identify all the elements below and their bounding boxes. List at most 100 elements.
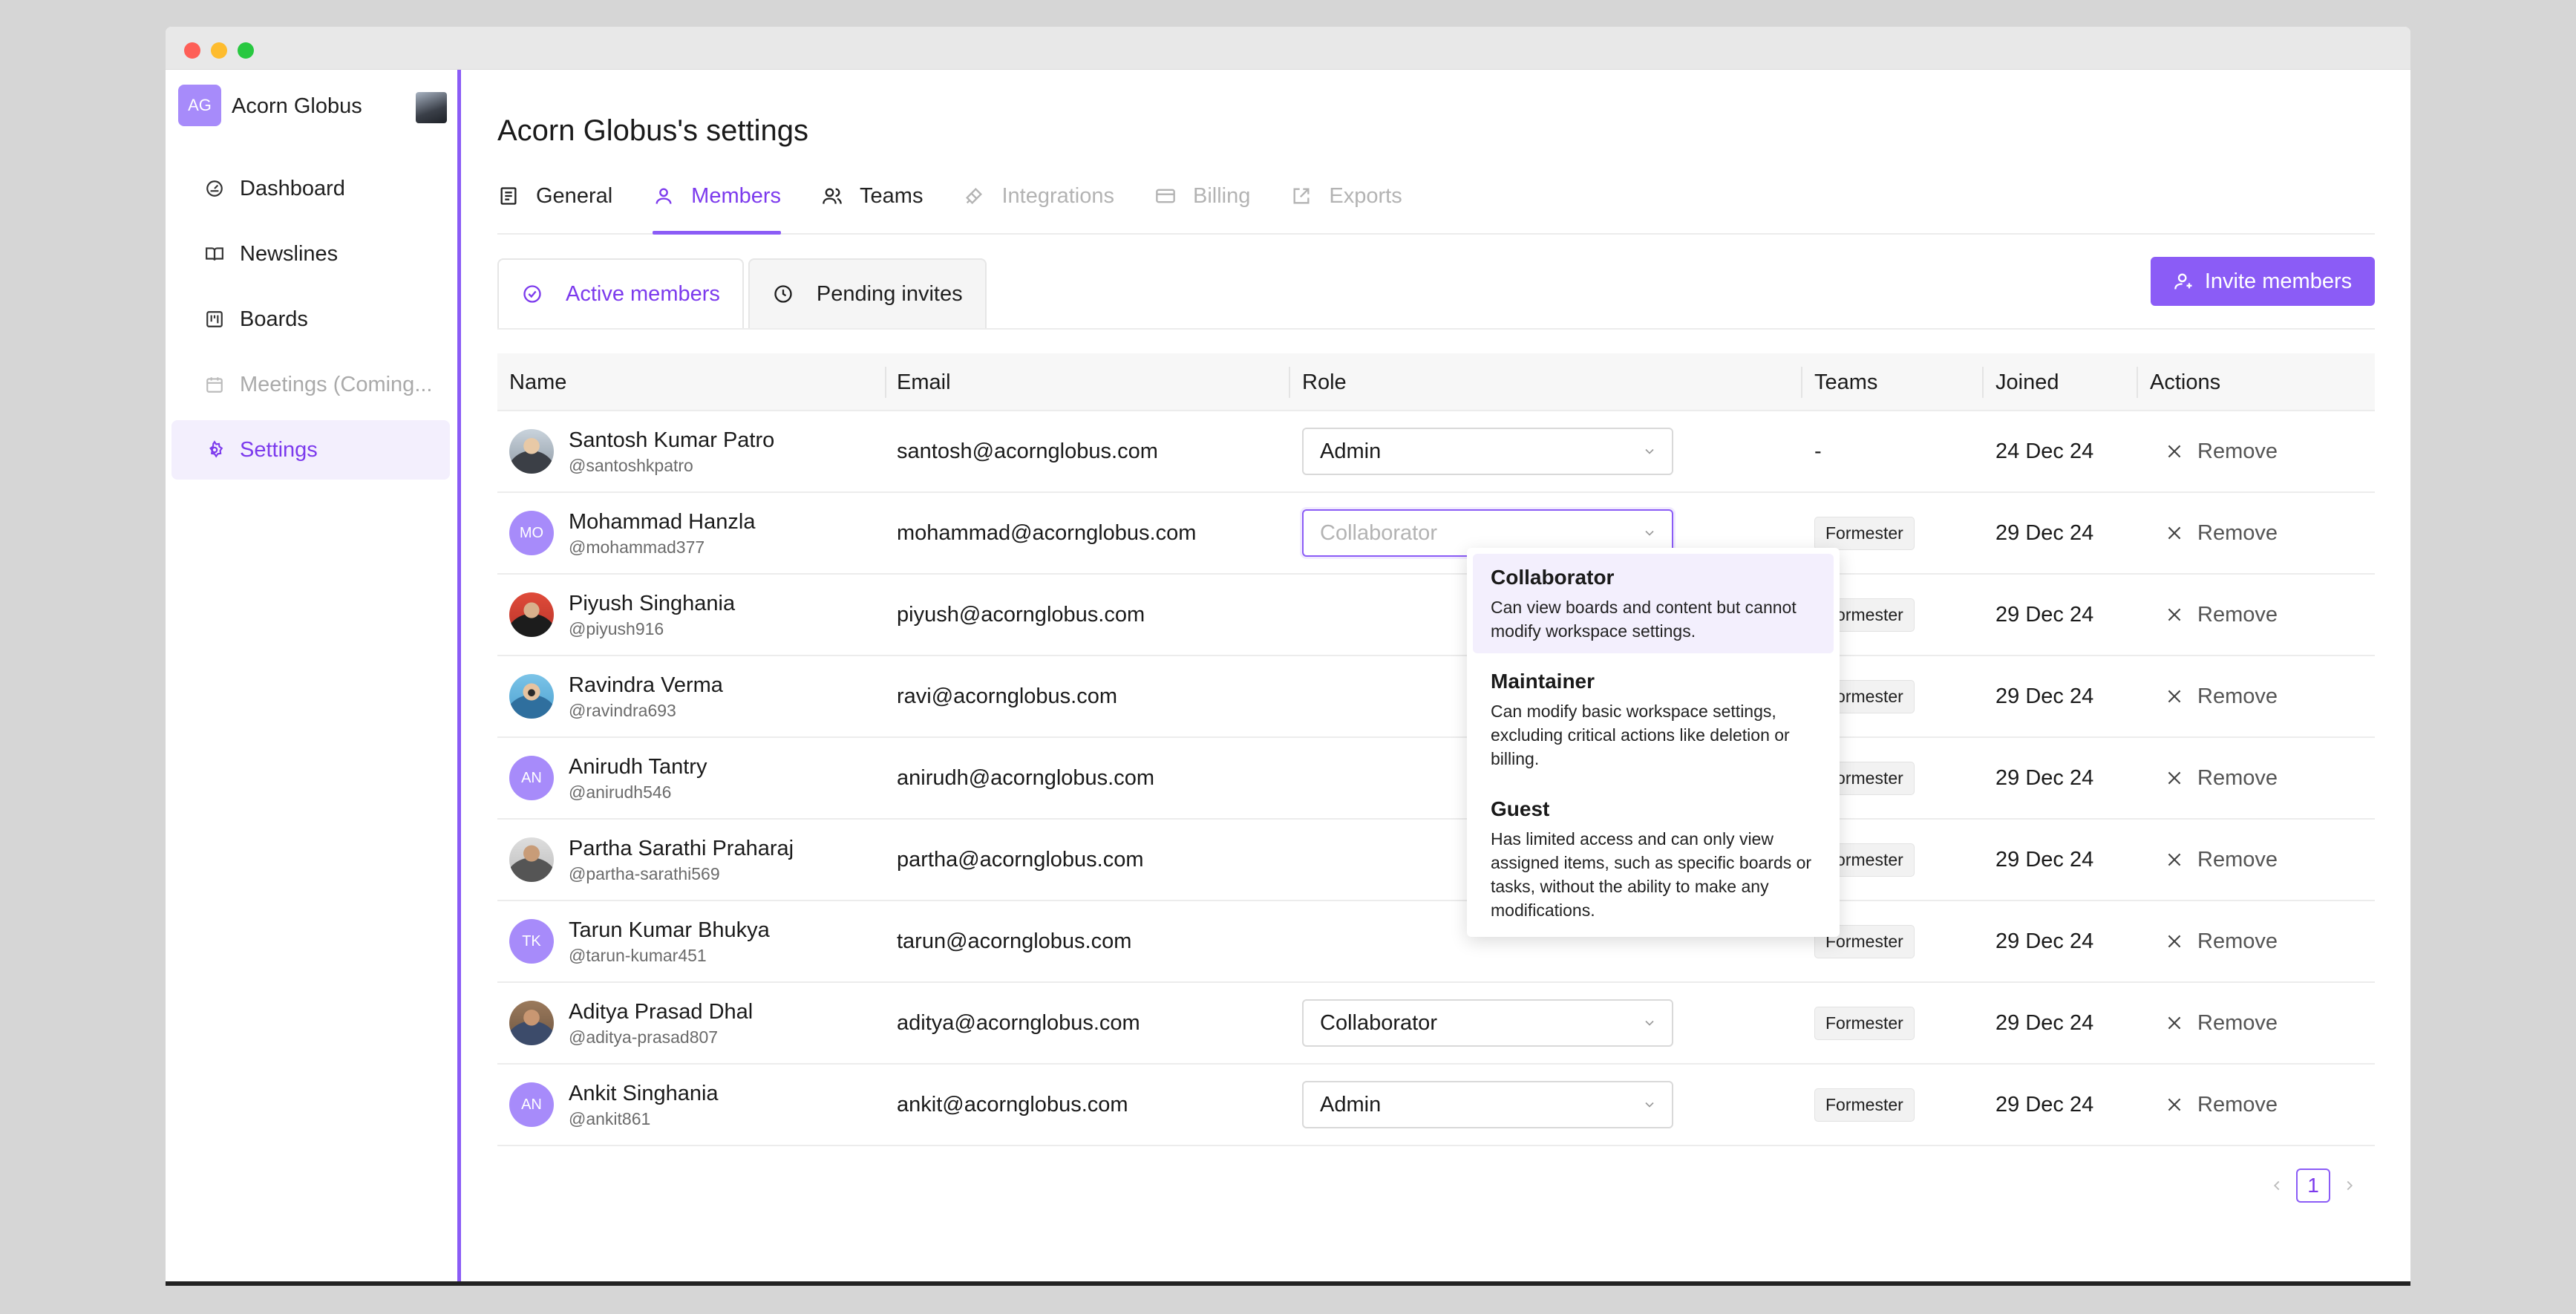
member-handle: @anirudh546	[569, 782, 672, 802]
sidebar-item-newslines[interactable]: Newslines	[171, 224, 450, 284]
close-icon	[2165, 523, 2184, 543]
member-info: Aditya Prasad Dhal @aditya-prasad807	[569, 998, 753, 1048]
joined-date: 29 Dec 24	[1995, 684, 2094, 708]
page-number-button[interactable]: 1	[2296, 1168, 2330, 1203]
remove-action[interactable]: Remove	[2165, 766, 2278, 791]
sidebar: AG Acorn Globus Dashboard Newslines Boar…	[166, 70, 461, 1281]
sidebar-item-dashboard[interactable]: Dashboard	[171, 159, 450, 218]
chevron-down-icon	[1642, 444, 1657, 459]
invite-members-label: Invite members	[2204, 269, 2353, 293]
table-row: Ravindra Verma @ravindra693 ravi@acorngl…	[497, 656, 2375, 738]
chevron-down-icon	[1642, 526, 1657, 540]
role-select[interactable]: Collaborator	[1302, 999, 1673, 1047]
team-cell: Formester	[1814, 1065, 1915, 1145]
member-cell: AN Ankit Singhania @ankit861	[509, 1065, 719, 1145]
remove-button[interactable]: Remove	[2165, 738, 2278, 818]
team-empty: -	[1814, 439, 1822, 463]
sidebar-item-settings[interactable]: Settings	[171, 420, 450, 480]
tab-label: Billing	[1193, 183, 1251, 208]
member-name: Partha Sarathi Praharaj	[569, 837, 794, 860]
column-divider	[885, 367, 886, 398]
role-select-value: Collaborator	[1320, 1010, 1437, 1035]
remove-button[interactable]: Remove	[2165, 493, 2278, 573]
remove-button[interactable]: Remove	[2165, 656, 2278, 736]
member-email: partha@acornglobus.com	[897, 847, 1144, 872]
remove-action[interactable]: Remove	[2165, 929, 2278, 954]
remove-button[interactable]: Remove	[2165, 820, 2278, 900]
avatar: AN	[509, 1082, 554, 1127]
subtab-pending-invites[interactable]: Pending invites	[748, 258, 987, 330]
close-window-button[interactable]	[184, 42, 200, 59]
team-badge: Formester	[1814, 1006, 1915, 1040]
close-icon	[2165, 442, 2184, 461]
gauge-icon	[204, 178, 225, 199]
user-avatar[interactable]	[416, 92, 447, 123]
tab-label: Teams	[860, 183, 923, 208]
role-option-title: Collaborator	[1491, 566, 1615, 589]
subtab-active-members[interactable]: Active members	[497, 258, 744, 330]
tab-members[interactable]: Members	[653, 159, 782, 235]
table-row: Santosh Kumar Patro @santoshkpatro santo…	[497, 411, 2375, 493]
member-handle: @ravindra693	[569, 701, 676, 720]
role-option-guest[interactable]: Guest Has limited access and can only vi…	[1473, 785, 1834, 932]
role-option-collaborator[interactable]: Collaborator Can view boards and content…	[1473, 554, 1834, 653]
role-select[interactable]: Admin	[1302, 428, 1673, 475]
maximize-window-button[interactable]	[238, 42, 254, 59]
joined-date: 29 Dec 24	[1995, 602, 2094, 627]
remove-action[interactable]: Remove	[2165, 603, 2278, 627]
role-option-maintainer[interactable]: Maintainer Can modify basic workspace se…	[1473, 658, 1834, 781]
avatar	[509, 837, 554, 882]
remove-button[interactable]: Remove	[2165, 411, 2278, 491]
remove-label: Remove	[2197, 929, 2278, 953]
sidebar-item-boards[interactable]: Boards	[171, 290, 450, 349]
tab-label: Exports	[1329, 183, 1402, 208]
column-header-name: Name	[509, 370, 567, 394]
remove-action[interactable]: Remove	[2165, 1011, 2278, 1036]
member-handle: @ankit861	[569, 1109, 651, 1128]
gear-icon	[204, 439, 225, 460]
member-name: Aditya Prasad Dhal	[569, 1000, 753, 1024]
member-handle: @partha-sarathi569	[569, 864, 720, 883]
remove-button[interactable]: Remove	[2165, 1065, 2278, 1145]
remove-action[interactable]: Remove	[2165, 521, 2278, 546]
remove-button[interactable]: Remove	[2165, 575, 2278, 655]
settings-tabs: General Members Teams Integrations Billi…	[497, 159, 2375, 235]
minimize-window-button[interactable]	[211, 42, 227, 59]
member-email: mohammad@acornglobus.com	[897, 520, 1197, 545]
tab-label: General	[536, 183, 613, 208]
avatar: TK	[509, 919, 554, 964]
column-header-actions: Actions	[2150, 370, 2221, 394]
workspace-switcher[interactable]: AG Acorn Globus	[178, 85, 447, 126]
subtabs-divider	[497, 328, 2375, 330]
member-cell: Ravindra Verma @ravindra693	[509, 656, 723, 736]
invite-members-button[interactable]: Invite members	[2151, 257, 2375, 306]
remove-action[interactable]: Remove	[2165, 848, 2278, 872]
remove-label: Remove	[2197, 1092, 2278, 1117]
remove-button[interactable]: Remove	[2165, 901, 2278, 981]
column-header-joined: Joined	[1995, 370, 2059, 394]
member-email: ankit@acornglobus.com	[897, 1092, 1128, 1117]
member-email: anirudh@acornglobus.com	[897, 765, 1155, 790]
remove-button[interactable]: Remove	[2165, 983, 2278, 1063]
tab-general[interactable]: General	[497, 159, 612, 233]
tab-label: Members	[691, 183, 782, 208]
remove-action[interactable]: Remove	[2165, 684, 2278, 709]
column-divider	[1982, 367, 1984, 398]
role-cell: Admin	[1302, 411, 1673, 491]
member-handle: @tarun-kumar451	[569, 946, 707, 965]
member-subtabs: Active members Pending invites	[497, 258, 991, 330]
prev-page-icon[interactable]	[2266, 1175, 2287, 1196]
next-page-icon[interactable]	[2339, 1175, 2360, 1196]
sidebar-nav: Dashboard Newslines Boards Meetings (Com…	[171, 159, 450, 486]
close-icon	[2165, 605, 2184, 624]
joined-date: 29 Dec 24	[1995, 765, 2094, 790]
role-select[interactable]: Admin	[1302, 1081, 1673, 1128]
column-divider	[1801, 367, 1802, 398]
remove-action[interactable]: Remove	[2165, 1093, 2278, 1117]
team-badge: Formester	[1814, 1088, 1915, 1122]
remove-label: Remove	[2197, 765, 2278, 790]
sidebar-item-meetings: Meetings (Coming...	[171, 355, 450, 414]
member-cell: Aditya Prasad Dhal @aditya-prasad807	[509, 983, 753, 1063]
tab-teams[interactable]: Teams	[821, 159, 923, 233]
remove-action[interactable]: Remove	[2165, 439, 2278, 464]
